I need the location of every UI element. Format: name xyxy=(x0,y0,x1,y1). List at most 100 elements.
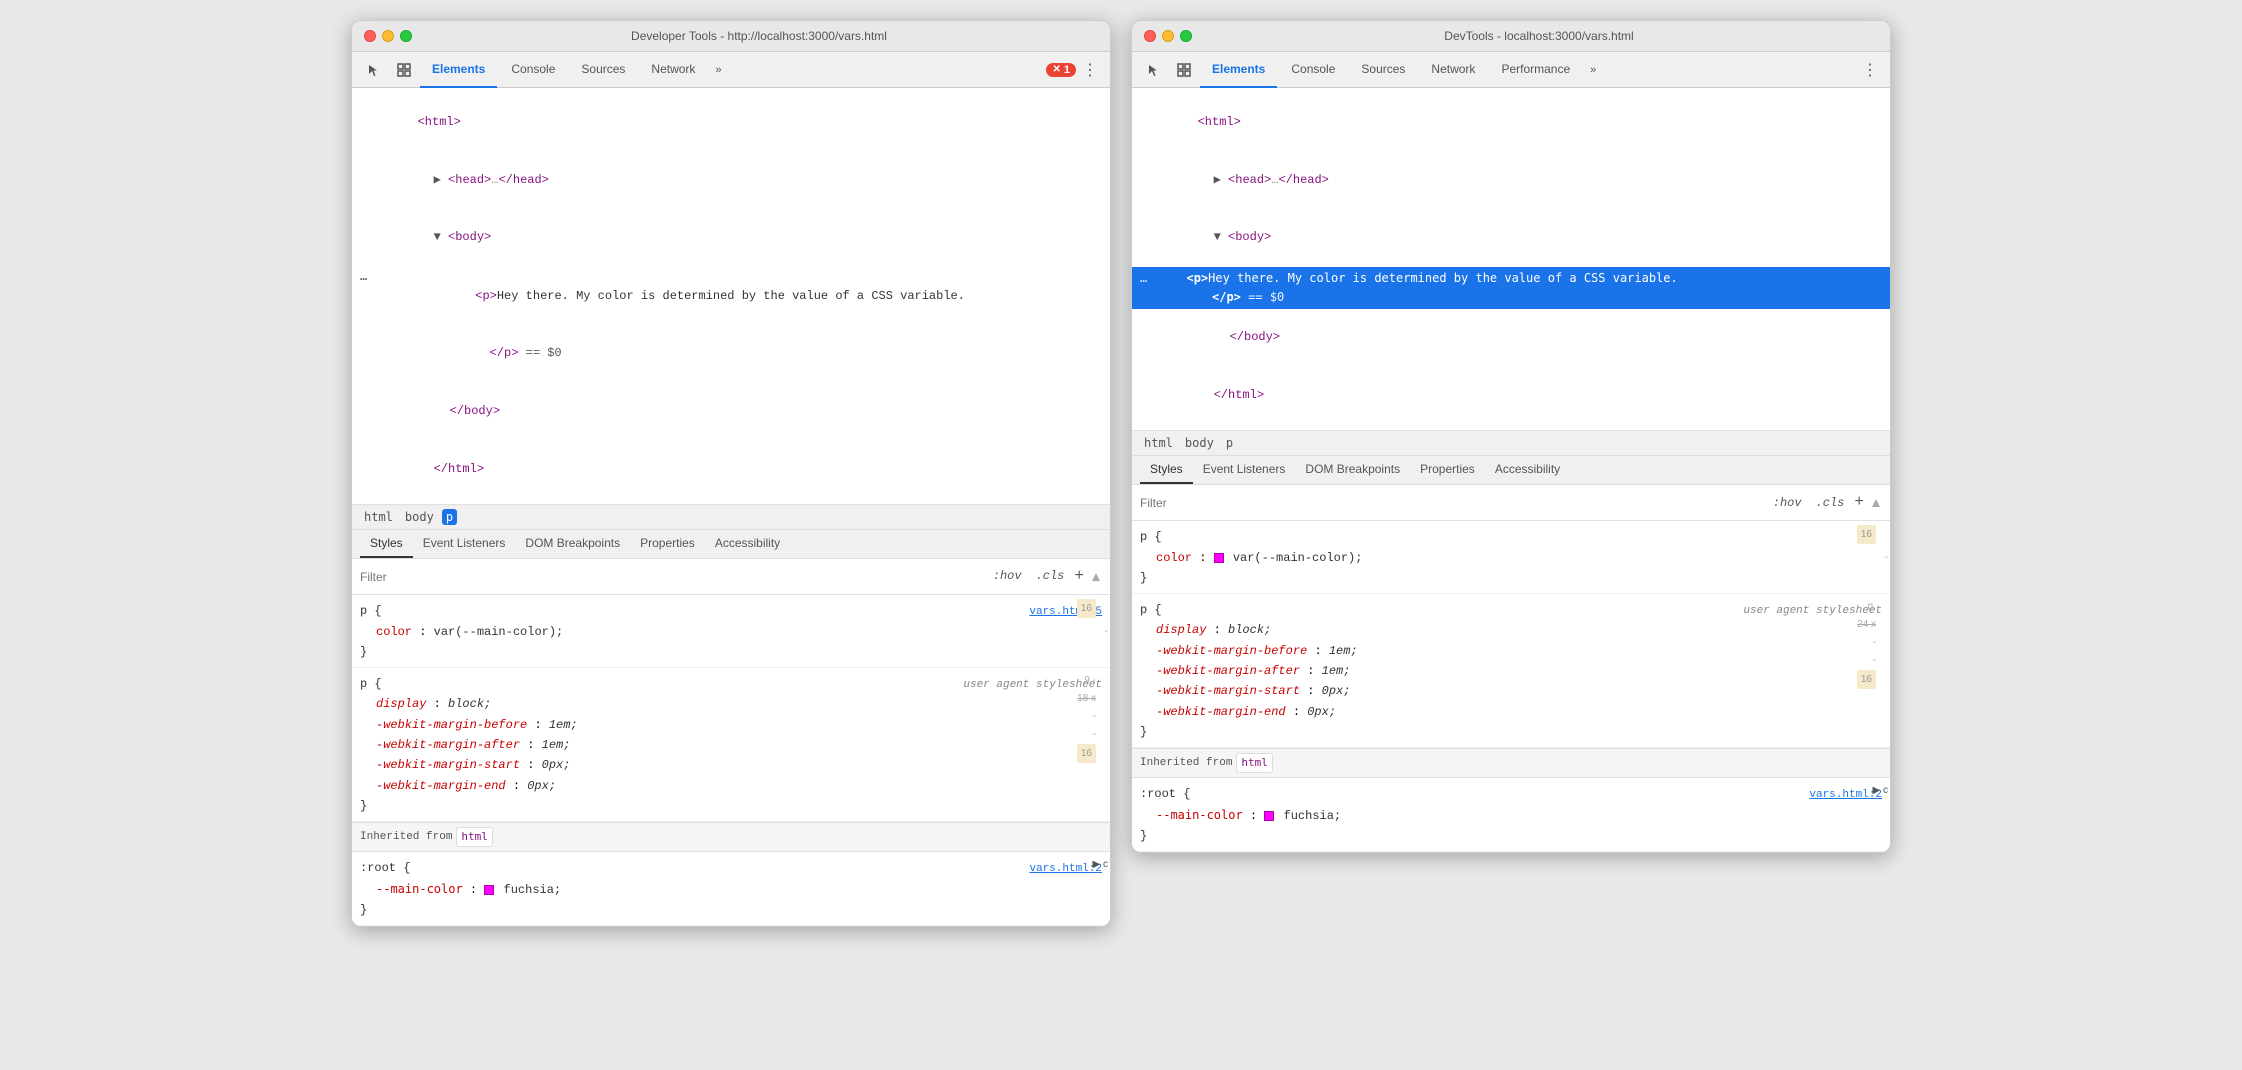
left-filter-input[interactable] xyxy=(360,570,981,584)
prop-name-margin-start[interactable]: -webkit-margin-start xyxy=(376,758,520,772)
right-menu-icon[interactable]: ⋮ xyxy=(1858,58,1882,82)
right-panel-tab-accessibility[interactable]: Accessibility xyxy=(1485,456,1570,484)
add-style-button[interactable]: + xyxy=(1074,563,1084,590)
num-9: 9 - xyxy=(1084,672,1096,689)
num-dash3: - xyxy=(1093,726,1096,743)
right-prop-name-margin-before[interactable]: -webkit-margin-before xyxy=(1156,644,1307,658)
right-panel-tab-properties[interactable]: Properties xyxy=(1410,456,1485,484)
dom-line-html-close[interactable]: </html> xyxy=(352,440,1110,498)
bc-p[interactable]: p xyxy=(442,509,457,525)
css-source-root[interactable]: vars.html:2 xyxy=(1029,860,1102,879)
right-css-prop-color: color : var(--main-color); xyxy=(1140,548,1882,568)
right-breadcrumb: html body p xyxy=(1132,431,1890,456)
right-color-swatch[interactable] xyxy=(1214,553,1224,563)
right-dom-p-selected[interactable]: … <p>Hey there. My color is determined b… xyxy=(1132,267,1890,309)
right-hov-button[interactable]: :hov xyxy=(1769,492,1806,514)
right-dom-body-close[interactable]: </body> xyxy=(1132,309,1890,367)
panel-tab-accessibility[interactable]: Accessibility xyxy=(705,530,790,558)
tab-elements[interactable]: Elements xyxy=(420,52,497,88)
prop-name-display[interactable]: display xyxy=(376,697,426,711)
right-minimize-button[interactable] xyxy=(1162,30,1174,42)
dom-line-html[interactable]: <html> xyxy=(352,94,1110,152)
css-prop-margin-end: -webkit-margin-end : 0px; xyxy=(360,776,1102,796)
dom-line-p-close[interactable]: </p> == $0 xyxy=(352,325,1110,383)
left-css-rule-2: p { user agent stylesheet display : bloc… xyxy=(352,668,1110,822)
prop-value-color: var(--main-color); xyxy=(434,625,564,639)
dom-line-body[interactable]: ▼ <body> xyxy=(352,209,1110,267)
right-dom-html[interactable]: <html> xyxy=(1132,94,1890,152)
panel-tab-styles[interactable]: Styles xyxy=(360,530,413,558)
right-bc-body[interactable]: body xyxy=(1181,435,1218,451)
right-css-source-root[interactable]: vars.html:2 xyxy=(1809,786,1882,805)
prop-name-margin-before[interactable]: -webkit-margin-before xyxy=(376,718,527,732)
tab-console[interactable]: Console xyxy=(499,52,567,88)
error-badge[interactable]: 1 xyxy=(1046,63,1076,77)
cursor-icon[interactable] xyxy=(360,56,388,84)
right-tab-network[interactable]: Network xyxy=(1419,52,1487,88)
dom-line-head[interactable]: ▶ <head>…</head> xyxy=(352,152,1110,210)
tab-network[interactable]: Network xyxy=(639,52,707,88)
right-bc-html[interactable]: html xyxy=(1140,435,1177,451)
tab-more[interactable]: » xyxy=(709,52,727,88)
menu-icon[interactable]: ⋮ xyxy=(1078,58,1102,82)
right-tab-elements[interactable]: Elements xyxy=(1200,52,1277,88)
right-prop-name-margin-after[interactable]: -webkit-margin-after xyxy=(1156,664,1300,678)
inspect-icon[interactable] xyxy=(390,56,418,84)
right-css-prop-main-color: --main-color : fuchsia; xyxy=(1140,805,1882,826)
panel-tab-event-listeners[interactable]: Event Listeners xyxy=(413,530,516,558)
right-tab-more[interactable]: » xyxy=(1584,52,1602,88)
right-traffic-lights xyxy=(1144,30,1192,42)
right-panel-tab-styles[interactable]: Styles xyxy=(1140,456,1193,484)
right-filter-input[interactable] xyxy=(1140,496,1761,510)
right-css-prop-margin-after: -webkit-margin-after : 1em; xyxy=(1140,661,1882,681)
panel-tab-dom-breakpoints[interactable]: DOM Breakpoints xyxy=(515,530,630,558)
left-css-rule-1: p { vars.html:5 color : var(--main-color… xyxy=(352,595,1110,667)
maximize-button[interactable] xyxy=(400,30,412,42)
right-tab-sources[interactable]: Sources xyxy=(1349,52,1417,88)
right-add-style-button[interactable]: + xyxy=(1854,489,1864,516)
expand-right[interactable]: ▶ c xyxy=(1093,856,1108,873)
right-maximize-button[interactable] xyxy=(1180,30,1192,42)
right-close-button[interactable] xyxy=(1144,30,1156,42)
bc-body[interactable]: body xyxy=(401,509,438,525)
color-swatch-fuchsia[interactable] xyxy=(484,885,494,895)
right-inspect-icon[interactable] xyxy=(1170,56,1198,84)
tab-sources[interactable]: Sources xyxy=(569,52,637,88)
right-prop-name-margin-start[interactable]: -webkit-margin-start xyxy=(1156,684,1300,698)
prop-name-color[interactable]: color xyxy=(376,625,412,639)
minimize-button[interactable] xyxy=(382,30,394,42)
dom-line-body-close[interactable]: </body> xyxy=(352,383,1110,441)
left-inherited-header: Inherited from html xyxy=(352,822,1110,853)
right-prop-name-color[interactable]: color xyxy=(1156,551,1192,565)
prop-name-margin-end[interactable]: -webkit-margin-end xyxy=(376,779,506,793)
right-prop-name-main-color[interactable]: --main-color xyxy=(1156,808,1243,822)
right-tab-console[interactable]: Console xyxy=(1279,52,1347,88)
right-expand-right[interactable]: ▶ c xyxy=(1873,782,1888,799)
right-dash-1: - xyxy=(1885,549,1888,566)
prop-name-main-color[interactable]: --main-color xyxy=(376,882,463,896)
right-prop-name-display[interactable]: display xyxy=(1156,623,1206,637)
panel-tab-properties[interactable]: Properties xyxy=(630,530,705,558)
right-prop-name-margin-end[interactable]: -webkit-margin-end xyxy=(1156,705,1286,719)
right-num-16b: 16 xyxy=(1857,670,1876,689)
prop-name-margin-after[interactable]: -webkit-margin-after xyxy=(376,738,520,752)
cls-button[interactable]: .cls xyxy=(1032,565,1069,587)
right-cursor-icon[interactable] xyxy=(1140,56,1168,84)
right-color-swatch-fuchsia[interactable] xyxy=(1264,811,1274,821)
hov-button[interactable]: :hov xyxy=(989,565,1026,587)
close-button[interactable] xyxy=(364,30,376,42)
right-dom-body[interactable]: ▼ <body> xyxy=(1132,209,1890,267)
bc-html[interactable]: html xyxy=(360,509,397,525)
right-prop-value-display: block; xyxy=(1228,623,1271,637)
right-tab-performance[interactable]: Performance xyxy=(1489,52,1582,88)
right-panel-tab-event-listeners[interactable]: Event Listeners xyxy=(1193,456,1296,484)
right-devtools-window: DevTools - localhost:3000/vars.html Elem… xyxy=(1131,20,1891,853)
right-bc-p[interactable]: p xyxy=(1222,435,1237,451)
right-dom-html-close[interactable]: </html> xyxy=(1132,367,1890,425)
right-dom-head[interactable]: ▶ <head>…</head> xyxy=(1132,152,1890,210)
right-css-selector-p1: p { xyxy=(1140,527,1162,547)
right-cls-button[interactable]: .cls xyxy=(1812,492,1849,514)
dom-line-p[interactable]: … <p>Hey there. My color is determined b… xyxy=(352,267,1110,326)
right-panel-tab-dom-breakpoints[interactable]: DOM Breakpoints xyxy=(1295,456,1410,484)
right-dom-panel: <html> ▶ <head>…</head> ▼ <body> … <p>He… xyxy=(1132,88,1890,431)
